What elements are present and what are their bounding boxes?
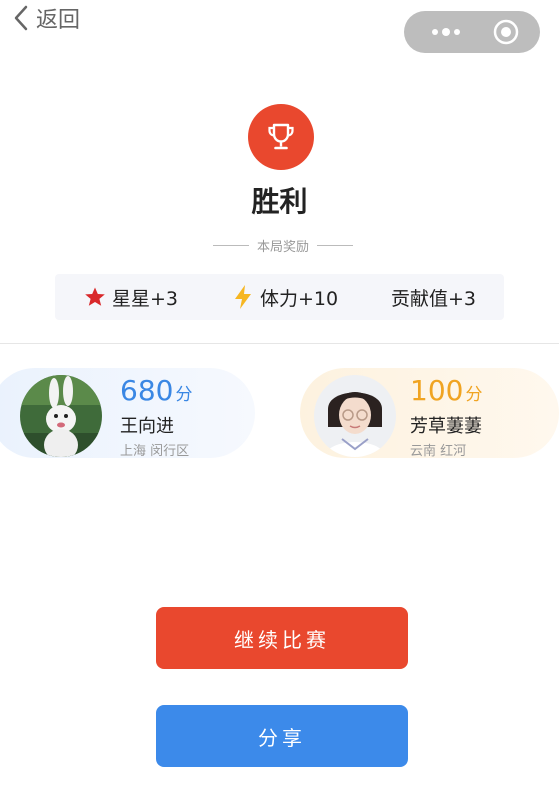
result-title: 胜利 xyxy=(251,185,308,218)
score-value: 680 xyxy=(120,374,174,407)
avatar[interactable] xyxy=(314,375,396,457)
avatar[interactable] xyxy=(20,375,102,457)
reward-contribution: 贡献值+3 xyxy=(391,274,476,320)
rewards-bar: 星星+3 体力+10 贡献值+3 xyxy=(55,274,504,320)
back-label: 返回 xyxy=(36,8,81,33)
player-card-opponent: 100 分 芳草萋萋 云南 红河 xyxy=(300,368,559,459)
player-score: 100 分 xyxy=(410,374,482,407)
score-unit: 分 xyxy=(465,385,483,405)
close-miniprogram-button[interactable] xyxy=(493,19,519,45)
back-button[interactable]: 返回 xyxy=(14,4,81,33)
reward-label: 体力+10 xyxy=(260,287,339,310)
reward-stamina: 体力+10 xyxy=(232,274,338,320)
red-star-icon xyxy=(85,287,105,306)
trophy-badge xyxy=(248,104,314,170)
score-unit: 分 xyxy=(175,385,193,405)
dot-icon xyxy=(442,28,450,36)
reward-stars: 星星+3 xyxy=(84,274,178,320)
chevron-left-icon xyxy=(14,5,28,31)
rewards-label: 本局奖励 xyxy=(256,239,309,255)
player-card-self: 680 分 王向进 上海 闵行区 xyxy=(0,368,255,459)
player-name: 王向进 xyxy=(120,416,174,437)
player-location: 上海 闵行区 xyxy=(120,444,190,459)
share-button[interactable]: 分享 xyxy=(156,705,408,767)
reward-label: 贡献值+3 xyxy=(391,287,477,310)
player-location: 云南 红河 xyxy=(410,444,467,459)
trophy-icon xyxy=(268,123,294,150)
divider-line xyxy=(316,244,353,246)
player-score: 680 分 xyxy=(120,374,192,407)
score-value: 100 xyxy=(410,374,464,407)
rabbit-avatar-image xyxy=(20,375,102,457)
dot-icon xyxy=(432,29,438,35)
continue-match-button[interactable]: 继续比赛 xyxy=(156,607,408,669)
girl-avatar-image xyxy=(314,375,396,457)
miniprogram-capsule xyxy=(404,11,540,53)
rewards-header: 本局奖励 xyxy=(213,234,353,256)
more-menu-button[interactable] xyxy=(422,11,470,53)
player-name: 芳草萋萋 xyxy=(410,416,482,437)
reward-label: 星星+3 xyxy=(112,287,179,310)
dot-icon xyxy=(454,29,460,35)
divider-line xyxy=(213,244,249,246)
lightning-icon xyxy=(235,285,251,309)
target-icon xyxy=(493,19,519,45)
section-divider xyxy=(0,343,559,344)
